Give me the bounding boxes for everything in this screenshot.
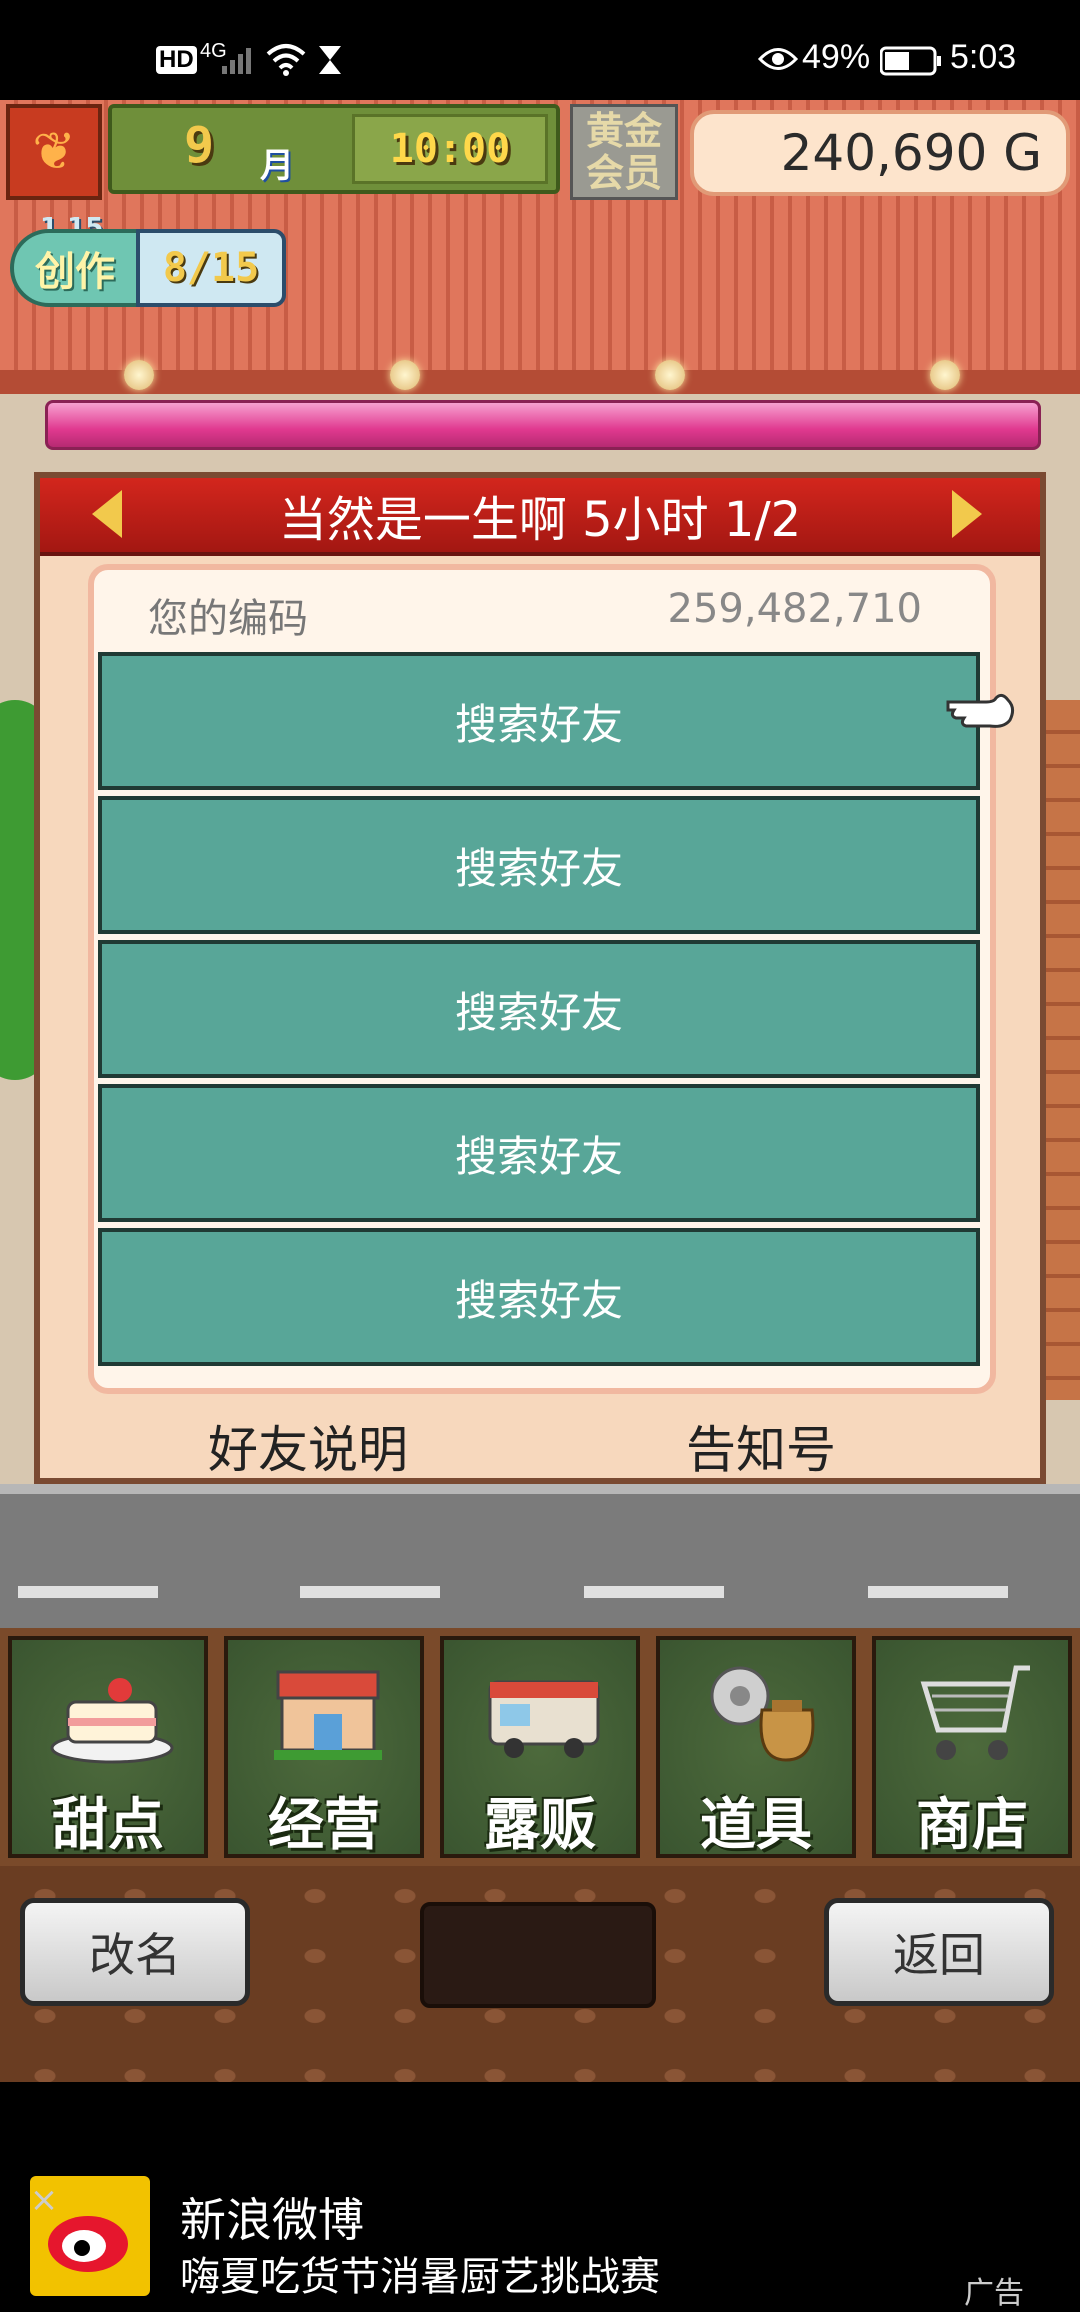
search-friend-button[interactable]: 搜索好友 — [98, 1228, 980, 1366]
ad-tag: 广告 — [964, 2276, 1024, 2311]
member-line-1: 黄金 — [585, 109, 662, 153]
your-code-value: 259,482,710 — [667, 586, 922, 632]
lamp-icon — [655, 360, 685, 390]
road — [0, 1484, 1080, 1640]
menu-store-label: 商店 — [916, 1793, 1028, 1858]
lamp-icon — [390, 360, 420, 390]
prev-page-arrow-icon[interactable] — [92, 490, 122, 538]
battery-icon — [880, 46, 941, 76]
game-time: 10:00 — [352, 114, 548, 184]
search-friend-button[interactable]: 搜索好友 — [98, 940, 980, 1078]
month-label: 月 — [260, 146, 294, 186]
ad-close-icon[interactable]: × — [24, 2180, 64, 2220]
road-marking — [18, 1586, 158, 1598]
menu-items-button[interactable]: 道具 — [656, 1636, 856, 1858]
menu-manage-label: 经营 — [268, 1793, 380, 1858]
road-marking — [300, 1586, 440, 1598]
eye-icon — [758, 48, 798, 70]
center-slot — [420, 1902, 656, 2008]
cake-icon — [50, 1678, 174, 1764]
menu-stall-label: 露贩 — [484, 1793, 596, 1858]
gold-member-badge[interactable]: 黄金 会员 — [570, 104, 678, 200]
lamp-icon — [930, 360, 960, 390]
rename-button[interactable]: 改名 — [20, 1898, 250, 2006]
awning-edge — [0, 370, 1080, 394]
shopping-cart-icon — [920, 1665, 1030, 1760]
notice-number-link[interactable]: 告知号 — [686, 1410, 836, 1482]
back-button[interactable]: 返回 — [824, 1898, 1054, 2006]
create-counter[interactable]: 1 15 创作 8/15 — [10, 213, 290, 309]
status-bar: HD 4G 49% 5:03 — [0, 0, 1080, 100]
your-code-label: 您的编码 — [148, 596, 308, 642]
member-line-2: 会员 — [585, 151, 662, 195]
next-page-arrow-icon[interactable] — [952, 490, 982, 538]
month-number: 9 — [184, 116, 215, 174]
wifi-icon — [266, 44, 306, 76]
create-value: 8/15 — [136, 229, 286, 307]
hd-icon: HD — [156, 46, 197, 74]
hourglass-icon — [319, 46, 341, 74]
menu-items-label: 道具 — [700, 1793, 812, 1858]
clock: 5:03 — [950, 38, 1017, 76]
ad-app-name: 新浪微博 — [180, 2193, 364, 2247]
shop-building-icon — [274, 1670, 382, 1760]
season-leaf-icon[interactable]: ❦ — [6, 104, 102, 200]
date-time-panel: 9 月 10:00 — [108, 104, 560, 194]
ad-subtitle: 嗨夏吃货节消暑厨艺挑战赛 — [180, 2254, 660, 2300]
menu-store-button[interactable]: 商店 — [872, 1636, 1072, 1858]
dialog-title: 当然是一生啊 5小时 1/2 — [40, 478, 1040, 556]
gold-amount: 240,690 G — [690, 110, 1070, 196]
menu-dessert-button[interactable]: 甜点 — [8, 1636, 208, 1858]
signal-icon — [222, 48, 251, 74]
friend-help-link[interactable]: 好友说明 — [208, 1410, 408, 1482]
food-truck-icon — [488, 1680, 600, 1758]
road-marking — [868, 1586, 1008, 1598]
menu-manage-button[interactable]: 经营 — [224, 1636, 424, 1858]
shop-sign-bar — [45, 400, 1041, 450]
pointing-hand-icon — [946, 693, 1015, 728]
create-label: 创作 — [10, 229, 140, 307]
lamp-icon — [124, 360, 154, 390]
search-friend-button[interactable]: 搜索好友 — [98, 796, 980, 934]
menu-stall-button[interactable]: 露贩 — [440, 1636, 640, 1858]
items-bag-icon — [710, 1666, 815, 1762]
brick-wall-decoration — [1040, 700, 1080, 1400]
road-marking — [584, 1586, 724, 1598]
battery-percent: 49% — [802, 38, 871, 76]
search-friend-button[interactable]: 搜索好友 — [98, 1084, 980, 1222]
search-friend-button[interactable]: 搜索好友 — [98, 652, 980, 790]
menu-dessert-label: 甜点 — [52, 1793, 164, 1858]
